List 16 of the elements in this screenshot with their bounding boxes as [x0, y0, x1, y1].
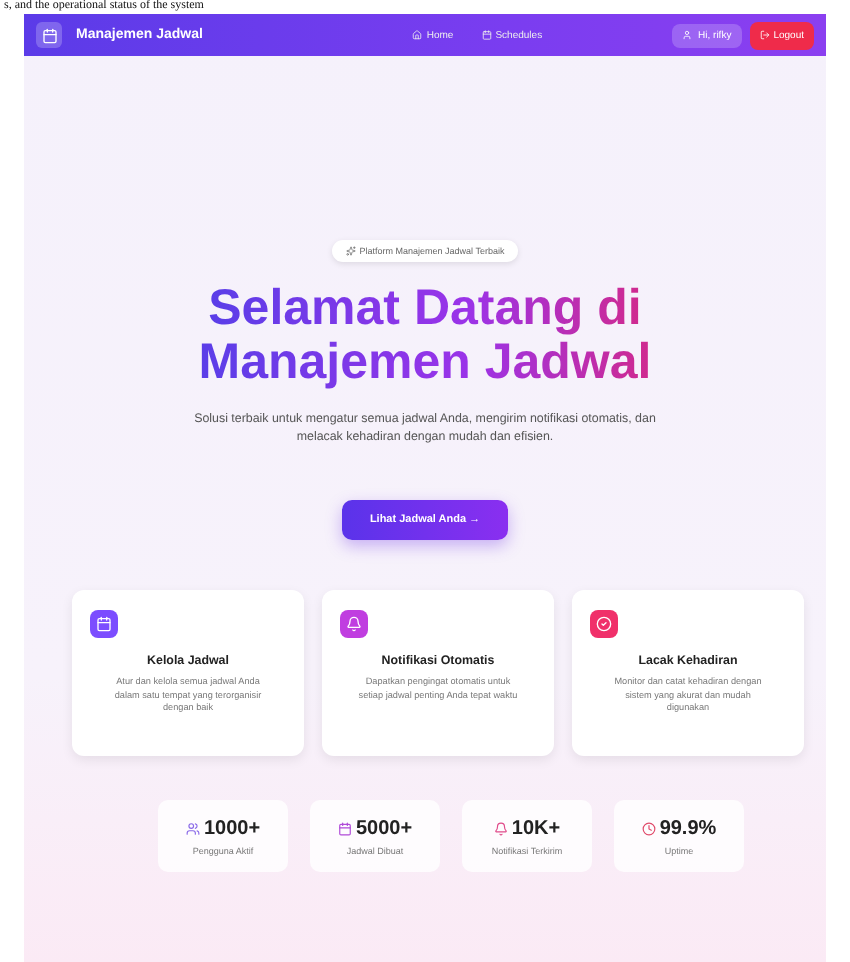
logout-icon	[759, 30, 770, 40]
hero-title: Manajemen Jadwal	[198, 336, 652, 390]
hero-title: Selamat Datang di	[208, 282, 642, 336]
sparkle-icon	[345, 246, 356, 256]
stat-value: 99.9%	[659, 817, 717, 839]
user-icon	[682, 30, 693, 40]
stat-value: 10K+	[511, 817, 561, 839]
calendar-icon	[36, 22, 62, 48]
users-icon	[185, 821, 200, 835]
calendar-icon	[481, 30, 492, 40]
home-icon	[412, 30, 423, 40]
stat-value: 1000+	[203, 817, 261, 839]
bell-icon	[493, 821, 508, 835]
calendar-icon	[337, 821, 352, 835]
stat-value: 5000+	[355, 817, 413, 839]
clock-icon	[641, 821, 656, 835]
